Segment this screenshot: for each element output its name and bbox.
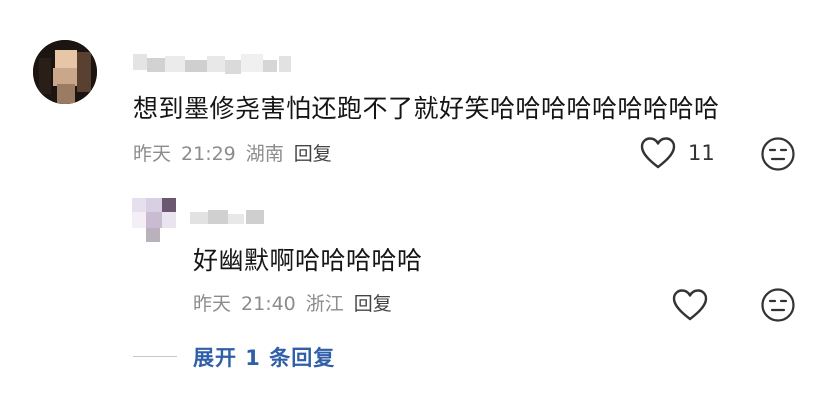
heart-icon[interactable] (672, 288, 708, 322)
reply-date: 昨天 (193, 293, 232, 315)
reply-time: 21:40 (241, 293, 296, 315)
reply-meta: 昨天 21:40 浙江 回复 (193, 289, 402, 316)
like-count: 11 (688, 141, 715, 165)
neutral-face-icon[interactable] (760, 136, 796, 172)
heart-icon (640, 137, 676, 169)
reply-username-blurred[interactable] (190, 208, 270, 226)
comment-item: 想到墨修尧害怕还跑不了就好笑哈哈哈哈哈哈哈哈哈 昨天 21:29 湖南 回复 11 (0, 0, 828, 190)
username-blurred[interactable] (133, 52, 293, 76)
comment-date: 昨天 (133, 143, 172, 165)
expand-replies-button[interactable]: 展开 1 条回复 (193, 342, 335, 372)
neutral-face-icon[interactable] (760, 287, 796, 323)
comment-time: 21:29 (181, 143, 236, 165)
comment-meta: 昨天 21:29 湖南 回复 (133, 139, 342, 166)
reply-location: 浙江 (305, 293, 344, 315)
divider (133, 356, 177, 357)
like-button[interactable]: 11 (640, 136, 720, 172)
comment-location: 湖南 (245, 143, 284, 165)
reply-reply-button[interactable]: 回复 (354, 293, 392, 315)
reply-button[interactable]: 回复 (294, 143, 332, 165)
comment-text[interactable]: 想到墨修尧害怕还跑不了就好笑哈哈哈哈哈哈哈哈哈 (133, 89, 720, 125)
avatar[interactable] (33, 40, 97, 104)
reply-text[interactable]: 好幽默啊哈哈哈哈哈 (193, 241, 423, 277)
reply-item: 好幽默啊哈哈哈哈哈 昨天 21:40 浙江 回复 (0, 190, 828, 330)
reply-avatar[interactable] (132, 198, 176, 242)
